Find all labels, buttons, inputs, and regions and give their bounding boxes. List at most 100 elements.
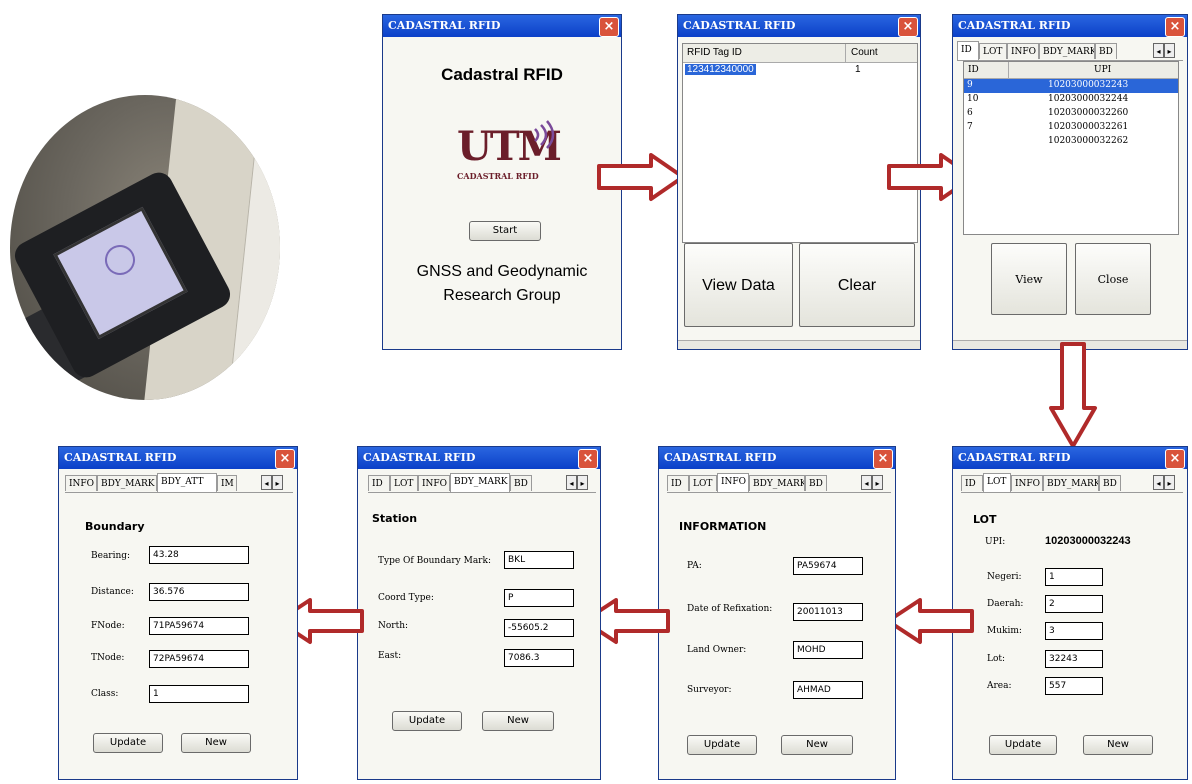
tab-scroll-right-icon[interactable]: ▸ <box>872 475 883 490</box>
refixation-date-field[interactable]: 20011013 <box>793 603 863 621</box>
coord-type-field[interactable]: P <box>504 589 574 607</box>
tag-list[interactable]: RFID Tag ID Count 123412340000 1 <box>682 43 918 243</box>
clear-button[interactable]: Clear <box>799 243 915 327</box>
area-field[interactable]: 557 <box>1045 677 1103 695</box>
tab-info[interactable]: INFO <box>1011 475 1043 491</box>
tab-scroll-left-icon[interactable]: ◂ <box>1153 475 1164 490</box>
tab-strip: ID LOT INFO BDY_MARK BD ◂ ▸ <box>368 473 596 493</box>
negeri-field[interactable]: 1 <box>1045 568 1103 586</box>
update-button[interactable]: Update <box>989 735 1057 755</box>
tab-bdy-att[interactable]: BDY_ATT <box>157 473 217 492</box>
new-button[interactable]: New <box>781 735 853 755</box>
tab-bd[interactable]: BD <box>805 475 827 491</box>
tab-lot[interactable]: LOT <box>983 473 1011 492</box>
tab-bdy-mark[interactable]: BDY_MARK <box>1039 43 1095 59</box>
close-button[interactable]: × <box>599 17 619 37</box>
boundary-mark-type-field[interactable]: BKL <box>504 551 574 569</box>
fnode-label: FNode: <box>91 621 125 631</box>
negeri-label: Negeri: <box>987 572 1022 582</box>
new-button[interactable]: New <box>181 733 251 753</box>
new-button[interactable]: New <box>482 711 554 731</box>
tab-bdy-mark[interactable]: BDY_MARK <box>1043 475 1099 491</box>
view-button[interactable]: View <box>991 243 1067 315</box>
table-row[interactable]: 6 10203000032260 <box>964 107 1178 121</box>
update-button[interactable]: Update <box>687 735 757 755</box>
close-button[interactable]: × <box>275 449 295 469</box>
close-button[interactable]: × <box>898 17 918 37</box>
close-button[interactable]: × <box>1165 449 1185 469</box>
upi-cell: 10203000032260 <box>1048 108 1129 118</box>
column-header-tag[interactable]: RFID Tag ID <box>687 47 742 58</box>
tab-info[interactable]: INFO <box>65 475 97 491</box>
lot-number-label: Lot: <box>987 654 1006 664</box>
daerah-label: Daerah: <box>987 599 1024 609</box>
tab-scroll-left-icon[interactable]: ◂ <box>261 475 272 490</box>
tab-scroll-right-icon[interactable]: ▸ <box>1164 475 1175 490</box>
start-button[interactable]: Start <box>469 221 541 241</box>
tab-scroll-left-icon[interactable]: ◂ <box>861 475 872 490</box>
table-row[interactable]: 10 10203000032244 <box>964 93 1178 107</box>
bearing-field[interactable]: 43.28 <box>149 546 249 564</box>
tab-id[interactable]: ID <box>961 475 983 491</box>
new-button[interactable]: New <box>1083 735 1153 755</box>
tab-lot[interactable]: LOT <box>979 43 1007 59</box>
coord-type-label: Coord Type: <box>378 593 434 603</box>
tab-bd[interactable]: BD <box>1095 43 1117 59</box>
lot-number-field[interactable]: 32243 <box>1045 650 1103 668</box>
close-list-button[interactable]: Close <box>1075 243 1151 315</box>
tab-bd[interactable]: BD <box>510 475 532 491</box>
column-header-id[interactable]: ID <box>968 65 979 75</box>
tab-id[interactable]: ID <box>667 475 689 491</box>
horizontal-scrollbar[interactable] <box>678 340 920 349</box>
table-row[interactable]: 10203000032262 <box>964 135 1178 149</box>
tab-info[interactable]: INFO <box>418 475 450 491</box>
tnode-field[interactable]: 72PA59674 <box>149 650 249 668</box>
tab-scroll-right-icon[interactable]: ▸ <box>1164 43 1175 58</box>
title-bar: CADASTRAL RFID × <box>953 15 1187 37</box>
land-owner-field[interactable]: MOHD <box>793 641 863 659</box>
column-header-count[interactable]: Count <box>851 47 878 58</box>
update-button[interactable]: Update <box>93 733 163 753</box>
fnode-field[interactable]: 71PA59674 <box>149 617 249 635</box>
window-title: CADASTRAL RFID <box>958 19 1071 32</box>
close-button[interactable]: × <box>873 449 893 469</box>
close-button[interactable]: × <box>578 449 598 469</box>
update-button[interactable]: Update <box>392 711 462 731</box>
class-field[interactable]: 1 <box>149 685 249 703</box>
tab-info[interactable]: INFO <box>717 473 749 492</box>
tag-row[interactable]: 123412340000 1 <box>683 63 917 79</box>
tab-bdy-mark[interactable]: BDY_MARK <box>450 473 510 492</box>
table-row[interactable]: 9 10203000032243 <box>964 79 1178 93</box>
tab-bd[interactable]: BD <box>1099 475 1121 491</box>
tab-scroll-right-icon[interactable]: ▸ <box>272 475 283 490</box>
tab-scroll-left-icon[interactable]: ◂ <box>1153 43 1164 58</box>
splash-window: CADASTRAL RFID × Cadastral RFID UTM CADAS… <box>382 14 622 350</box>
tab-bdy-mark[interactable]: BDY_MARK <box>749 475 805 491</box>
distance-field[interactable]: 36.576 <box>149 583 249 601</box>
group-name-line2: Research Group <box>443 287 561 304</box>
view-data-button[interactable]: View Data <box>684 243 793 327</box>
title-bar: CADASTRAL RFID × <box>59 447 297 469</box>
tab-lot[interactable]: LOT <box>390 475 418 491</box>
surveyor-field[interactable]: AHMAD <box>793 681 863 699</box>
column-header-upi[interactable]: UPI <box>1094 65 1111 75</box>
section-title: INFORMATION <box>679 520 767 533</box>
tab-id[interactable]: ID <box>368 475 390 491</box>
close-button[interactable]: × <box>1165 17 1185 37</box>
east-field[interactable]: 7086.3 <box>504 649 574 667</box>
tab-im[interactable]: IM <box>217 475 237 491</box>
tab-bdy-mark[interactable]: BDY_MARK <box>97 475 157 491</box>
tab-info[interactable]: INFO <box>1007 43 1039 59</box>
north-field[interactable]: -55605.2 <box>504 619 574 637</box>
upi-list[interactable]: ID UPI 9 10203000032243 10 1020300003224… <box>963 61 1179 235</box>
north-label: North: <box>378 621 409 631</box>
mukim-field[interactable]: 3 <box>1045 622 1103 640</box>
pa-field[interactable]: PA59674 <box>793 557 863 575</box>
tab-scroll-right-icon[interactable]: ▸ <box>577 475 588 490</box>
tab-scroll-left-icon[interactable]: ◂ <box>566 475 577 490</box>
daerah-field[interactable]: 2 <box>1045 595 1103 613</box>
tab-lot[interactable]: LOT <box>689 475 717 491</box>
upi-cell: 10203000032262 <box>1048 136 1129 146</box>
tab-id[interactable]: ID <box>957 41 979 60</box>
table-row[interactable]: 7 10203000032261 <box>964 121 1178 135</box>
